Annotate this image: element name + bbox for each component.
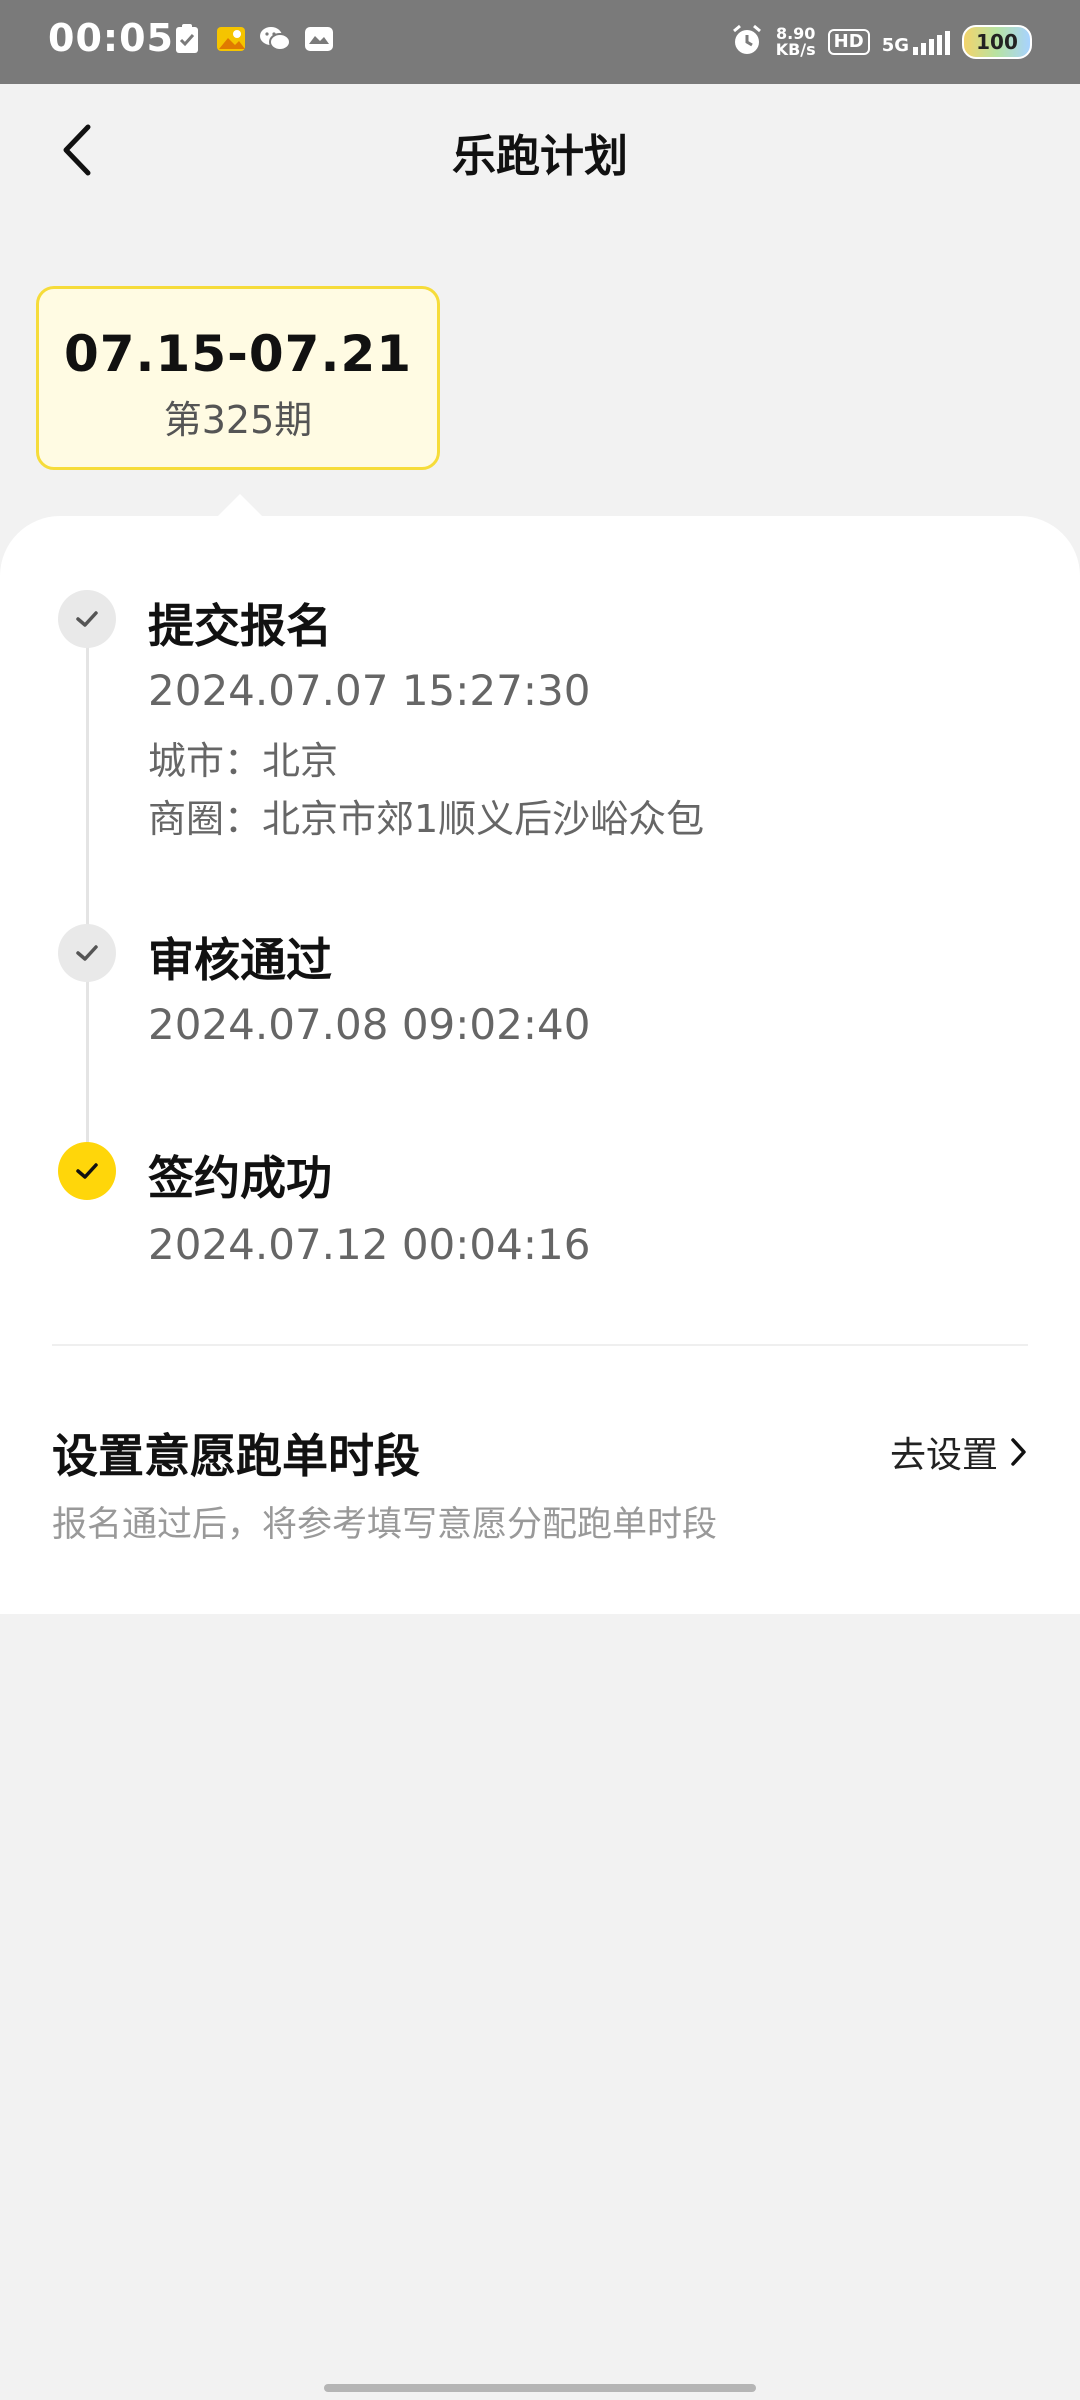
step-approved-title: 审核通过 <box>148 933 332 987</box>
step-submitted-check-icon <box>58 590 116 648</box>
step-signed-title: 签约成功 <box>148 1151 332 1205</box>
status-right-group: 8.90 KB/s HD 5G 100 <box>730 20 1032 64</box>
period-issue: 第325期 <box>163 398 313 442</box>
setting-description: 报名通过后，将参考填写意愿分配跑单时段 <box>52 1505 718 1545</box>
alarm-icon <box>730 23 764 61</box>
step-submitted-title: 提交报名 <box>148 599 332 653</box>
battery-level: 100 <box>976 30 1018 54</box>
go-settings-label: 去设置 <box>889 1435 998 1476</box>
home-indicator[interactable] <box>324 2384 756 2392</box>
battery-icon: 100 <box>962 25 1032 59</box>
step-submitted-time: 2024.07.07 15:27:30 <box>148 666 591 715</box>
period-range: 07.15-07.21 <box>63 325 413 383</box>
clipboard-check-icon <box>170 22 204 56</box>
chevron-right-icon <box>1011 1438 1026 1466</box>
step-submitted-district: 商圈：北京市郊1顺义后沙峪众包 <box>148 797 705 841</box>
go-settings-link[interactable]: 去设置 <box>890 1426 1028 1478</box>
tab-pointer <box>218 494 262 516</box>
step-signed-time: 2024.07.12 00:04:16 <box>148 1220 591 1269</box>
signal-bars-icon <box>913 29 950 55</box>
cellular-signal: 5G <box>882 29 950 55</box>
step-signed-check-icon <box>58 1142 116 1200</box>
period-tab-selected[interactable]: 07.15-07.21 第325期 <box>36 286 440 470</box>
network-type: 5G <box>881 35 909 56</box>
setting-title: 设置意愿跑单时段 <box>52 1429 420 1483</box>
step-approved-check-icon <box>58 924 116 982</box>
network-speed-unit: KB/s <box>775 40 816 59</box>
status-time: 00:05 <box>48 16 174 60</box>
signup-progress-card: 提交报名 2024.07.07 15:27:30 城市：北京 商圈：北京市郊1顺… <box>0 516 1080 1614</box>
wechat-icon <box>258 22 292 56</box>
step-approved-time: 2024.07.08 09:02:40 <box>148 1000 591 1049</box>
timeline-line <box>86 620 89 1180</box>
status-bar: 00:05 8.90 KB/s HD 5G 100 <box>0 0 1080 84</box>
page-title: 乐跑计划 <box>452 131 628 182</box>
hd-badge: HD <box>827 29 870 55</box>
step-submitted-city: 城市：北京 <box>148 739 339 783</box>
message-icon <box>302 22 336 56</box>
gallery-icon <box>214 22 248 56</box>
network-speed: 8.90 KB/s <box>776 26 816 58</box>
divider <box>52 1344 1028 1346</box>
